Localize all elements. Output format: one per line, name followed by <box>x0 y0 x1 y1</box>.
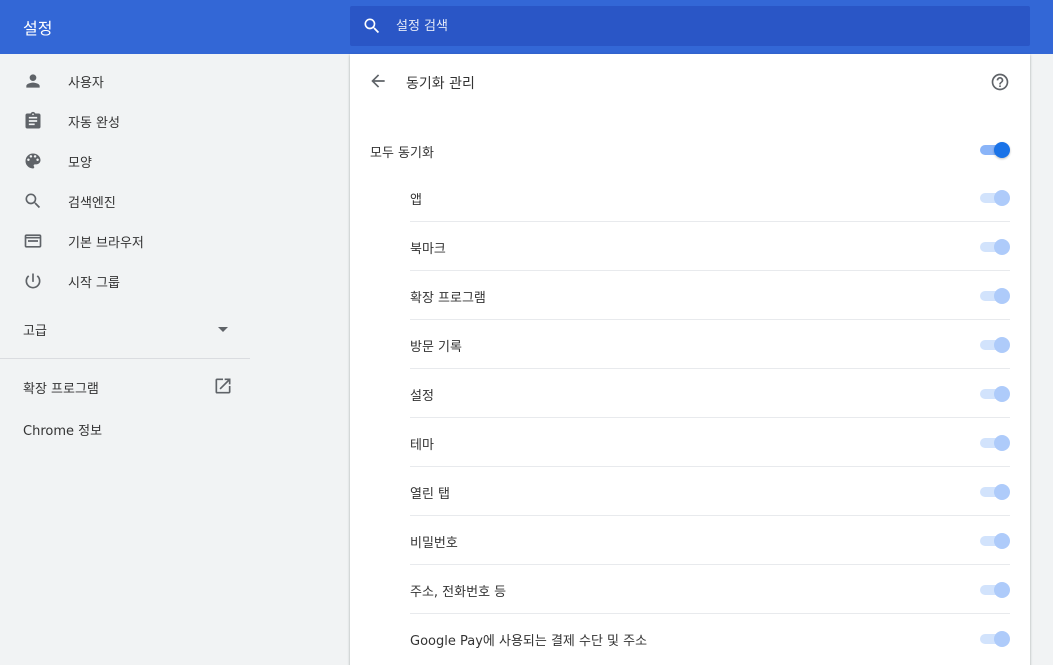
sync-item-settings: 설정 <box>410 369 1010 418</box>
sync-item-history: 방문 기록 <box>410 320 1010 369</box>
sync-item-passwords: 비밀번호 <box>410 516 1010 565</box>
sync-settings-card: 동기화 관리 모두 동기화 앱 북마크 확장 프로그램 방문 기록 설정 테마 … <box>350 54 1030 665</box>
sidebar: 사용자 자동 완성 모양 검색엔진 기본 브라우저 시작 그룹 고급 확장 프로… <box>0 54 250 665</box>
toggle-knob <box>994 190 1010 206</box>
sidebar-divider <box>0 358 250 359</box>
sidebar-item-label: 모양 <box>68 156 92 171</box>
top-header: 설정 <box>0 0 1053 54</box>
search-box[interactable] <box>350 6 1030 46</box>
sync-item-toggle[interactable] <box>978 386 1010 402</box>
sidebar-item-default-browser[interactable]: 기본 브라우저 <box>0 221 250 261</box>
back-arrow-icon[interactable] <box>368 71 388 91</box>
toggle-knob <box>994 631 1010 647</box>
sidebar-item-label: 자동 완성 <box>68 116 120 131</box>
toggle-knob <box>994 484 1010 500</box>
sidebar-item-people[interactable]: 사용자 <box>0 61 250 101</box>
sidebar-item-label: 기본 브라우저 <box>68 236 144 251</box>
sidebar-item-search-engine[interactable]: 검색엔진 <box>0 181 250 221</box>
about-chrome-link[interactable]: Chrome 정보 <box>0 409 250 445</box>
sync-item-toggle[interactable] <box>978 190 1010 206</box>
toggle-knob <box>994 386 1010 402</box>
toggle-knob <box>994 239 1010 255</box>
toggle-knob <box>994 337 1010 353</box>
sidebar-item-appearance[interactable]: 모양 <box>0 141 250 181</box>
advanced-label: 고급 <box>23 324 47 339</box>
extensions-label: 확장 프로그램 <box>23 382 99 397</box>
search-icon <box>25 193 41 209</box>
about-chrome-label: Chrome 정보 <box>23 424 103 439</box>
sync-all-label: 모두 동기화 <box>370 146 434 161</box>
page-title: 동기화 관리 <box>406 76 475 92</box>
toggle-knob <box>994 435 1010 451</box>
sync-item-toggle[interactable] <box>978 631 1010 647</box>
sync-all-row: 모두 동기화 <box>350 130 1030 170</box>
sync-item-label: 앱 <box>410 193 422 208</box>
help-icon[interactable] <box>990 72 1010 92</box>
sync-item-label: 비밀번호 <box>410 536 458 551</box>
sync-item-toggle[interactable] <box>978 435 1010 451</box>
sync-item-themes: 테마 <box>410 418 1010 467</box>
toggle-knob <box>994 582 1010 598</box>
sync-item-label: 북마크 <box>410 242 446 257</box>
person-icon <box>26 74 40 88</box>
sync-item-apps: 앱 <box>410 173 1010 222</box>
search-input[interactable] <box>396 6 1016 46</box>
sync-item-bookmarks: 북마크 <box>410 222 1010 271</box>
search-icon <box>364 18 380 34</box>
browser-window-icon <box>24 234 42 248</box>
advanced-toggle[interactable]: 고급 <box>0 309 250 349</box>
sync-item-addresses: 주소, 전화번호 등 <box>410 565 1010 614</box>
clipboard-icon <box>25 111 41 129</box>
caret-down-icon <box>218 327 228 332</box>
sidebar-item-label: 검색엔진 <box>68 196 116 211</box>
sync-item-toggle[interactable] <box>978 337 1010 353</box>
sync-item-payments: Google Pay에 사용되는 결제 수단 및 주소 <box>410 614 1010 663</box>
sync-item-label: 열린 탭 <box>410 487 451 502</box>
sync-item-toggle[interactable] <box>978 288 1010 304</box>
sidebar-item-autofill[interactable]: 자동 완성 <box>0 101 250 141</box>
sidebar-item-label: 사용자 <box>68 76 104 91</box>
toggle-knob <box>994 288 1010 304</box>
header-title: 설정 <box>23 19 53 38</box>
toggle-knob <box>994 533 1010 549</box>
power-icon <box>25 273 41 289</box>
sync-item-label: 확장 프로그램 <box>410 291 486 306</box>
sync-item-extensions: 확장 프로그램 <box>410 271 1010 320</box>
sync-all-toggle[interactable] <box>978 142 1010 158</box>
sync-item-toggle[interactable] <box>978 533 1010 549</box>
sidebar-item-on-startup[interactable]: 시작 그룹 <box>0 261 250 301</box>
sync-item-toggle[interactable] <box>978 582 1010 598</box>
sync-item-label: 방문 기록 <box>410 340 462 355</box>
sync-item-label: 테마 <box>410 438 434 453</box>
sidebar-item-label: 시작 그룹 <box>68 276 120 291</box>
toggle-knob <box>994 142 1010 158</box>
sync-item-label: Google Pay에 사용되는 결제 수단 및 주소 <box>410 634 648 649</box>
sync-item-label: 주소, 전화번호 등 <box>410 585 507 600</box>
sync-item-toggle[interactable] <box>978 484 1010 500</box>
palette-icon <box>25 153 41 169</box>
extensions-link[interactable]: 확장 프로그램 <box>0 367 250 403</box>
sync-item-label: 설정 <box>410 389 434 404</box>
sync-item-toggle[interactable] <box>978 239 1010 255</box>
sync-item-open-tabs: 열린 탭 <box>410 467 1010 516</box>
open-in-new-icon <box>215 378 231 394</box>
